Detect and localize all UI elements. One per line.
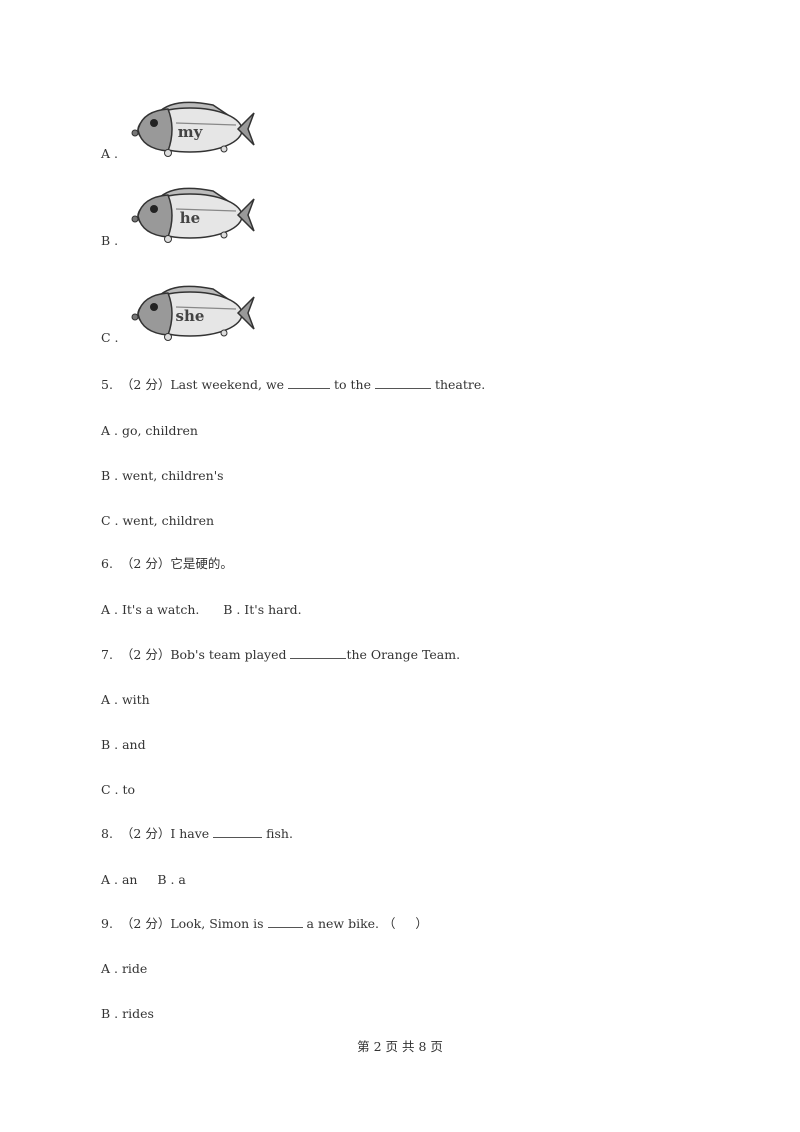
q8-option-a: A . an (101, 872, 138, 887)
q9-option-a: A . ride (101, 961, 148, 976)
answer-blank (267, 915, 303, 928)
question-text: I have (170, 826, 214, 841)
q8-option-b: B . a (157, 872, 186, 887)
question-8: 8. （2 分）I have fish. (101, 825, 293, 842)
question-7: 7. （2 分）Bob's team played the Orange Tea… (101, 646, 460, 663)
question-text: 9. (101, 916, 113, 931)
option-c-label: C . (101, 330, 119, 345)
answer-blank (290, 646, 347, 659)
question-text: 它是硬的。 (170, 556, 233, 571)
question-text: （2 分） (120, 916, 171, 931)
fish-word: my (178, 123, 204, 141)
q9-option-b: B . rides (101, 1006, 154, 1021)
page-number-footer: 第 2 页 共 8 页 (357, 1039, 443, 1054)
question-5: 5. （2 分）Last weekend, we to the theatre. (101, 376, 485, 393)
option-a-label: A . (101, 146, 118, 161)
fish-image-he: he (131, 187, 255, 243)
answer-blank (374, 376, 431, 389)
q5-option-a: A . go, children (101, 423, 198, 438)
question-text: （2 分） (120, 556, 171, 571)
q6-options: A . It's a watch. B . It's hard. (101, 602, 302, 618)
q6-option-b: B . It's hard. (223, 602, 302, 617)
answer-blank (213, 825, 263, 838)
fish-image-my: my (131, 101, 255, 157)
question-text: 5. (101, 377, 113, 392)
option-b-label: B . (101, 233, 119, 248)
q5-option-b: B . went, children's (101, 468, 224, 483)
q6-option-a: A . It's a watch. (101, 602, 200, 617)
question-text: 7. (101, 647, 113, 662)
fish-image-she: she (131, 285, 255, 341)
question-text: 8. (101, 826, 113, 841)
question-text: to the (330, 377, 375, 392)
fish-word: she (176, 307, 205, 325)
question-6: 6. （2 分）它是硬的。 (101, 556, 233, 572)
question-text: Bob's team played (170, 647, 291, 662)
question-text: （2 分） (120, 826, 171, 841)
question-text: Last weekend, we (170, 377, 289, 392)
question-text: theatre. (430, 377, 486, 392)
fish-word: he (180, 209, 200, 227)
question-9: 9. （2 分）Look, Simon is a new bike. （ ） (101, 915, 428, 932)
question-text: a new bike. （ ） (302, 916, 428, 931)
q7-option-a: A . with (101, 692, 150, 707)
q8-options: A . an B . a (101, 872, 186, 888)
question-text: fish. (262, 826, 293, 841)
question-text: Look, Simon is (170, 916, 268, 931)
question-text: 6. (101, 556, 113, 571)
q7-option-c: C . to (101, 782, 136, 797)
answer-blank (288, 376, 331, 389)
q7-option-b: B . and (101, 737, 146, 752)
question-text: （2 分） (120, 377, 171, 392)
q5-option-c: C . went, children (101, 513, 215, 528)
question-text: （2 分） (120, 647, 171, 662)
question-text: the Orange Team. (346, 647, 461, 662)
